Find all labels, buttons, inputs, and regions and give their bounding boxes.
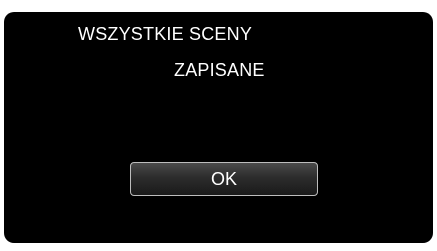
message-screen: WSZYSTKIE SCENY ZAPISANE OK (4, 12, 433, 243)
message-line-2: ZAPISANE (174, 60, 265, 80)
message-line-1: WSZYSTKIE SCENY (78, 24, 253, 44)
ok-button[interactable]: OK (130, 162, 318, 196)
